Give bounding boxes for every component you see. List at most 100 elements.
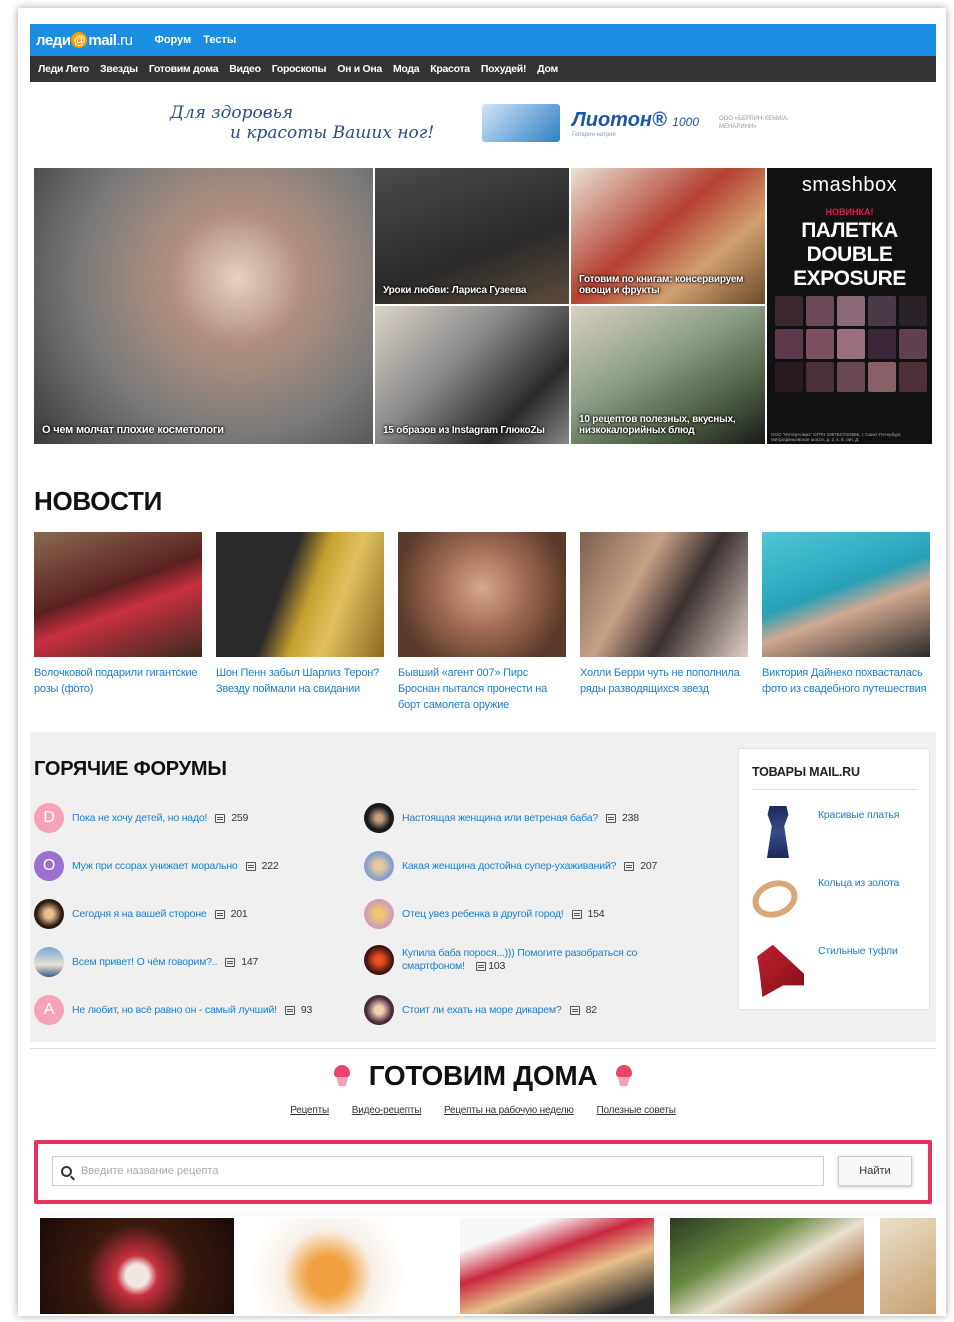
news-card[interactable]: Холли Берри чуть не пополнила ряды разво… — [580, 532, 748, 697]
recipe-search-highlight: Найти — [34, 1140, 932, 1204]
avatar — [364, 803, 394, 833]
comment-count: 103 — [488, 960, 506, 972]
forum-topic-title: Отец увез ребенка в другой город! — [402, 908, 564, 920]
comments-icon — [284, 1005, 295, 1015]
avatar — [34, 947, 64, 977]
top-bar: леди @ mail .ru Форум Тесты — [30, 24, 936, 56]
site-logo[interactable]: леди @ mail .ru — [36, 31, 133, 49]
news-card[interactable]: Волочковой подарили гигантские розы (фот… — [34, 532, 202, 697]
featured-tile[interactable]: 10 рецептов полезных, вкусных, низкокало… — [571, 306, 765, 444]
video-recipes-link[interactable]: Видео-рецепты — [352, 1105, 422, 1116]
forum-topic[interactable]: Стоит ли ехать на море дикарем? 82 — [364, 994, 597, 1026]
comment-count: 147 — [241, 956, 259, 968]
news-title: Виктория Дайнеко похвасталась фото из св… — [762, 667, 927, 695]
shop-item[interactable]: Красивые платья — [752, 803, 922, 863]
forum-topic-title: Какая женщина достойна супер-ухаживаний? — [402, 860, 617, 872]
featured-tile[interactable]: О чем молчат плохие косметологи — [34, 168, 373, 444]
featured-tile[interactable]: Уроки любви: Лариса Гузеева — [375, 168, 569, 304]
tips-link[interactable]: Полезные советы — [597, 1105, 676, 1116]
comments-icon — [624, 861, 635, 871]
recipe-image[interactable] — [40, 1218, 234, 1314]
banner-slogan: Для здоровья и красоты Ваших ног! — [170, 103, 470, 143]
recipe-image[interactable] — [250, 1218, 444, 1314]
forum-topic[interactable]: Купила баба порося...))) Помогите разобр… — [364, 942, 662, 978]
news-image — [398, 532, 566, 657]
brand-subtitle: Гепарин натрия — [572, 131, 616, 138]
dress-image — [766, 803, 790, 861]
avatar: A — [34, 995, 64, 1025]
smashbox-ad[interactable]: smashbox НОВИНКА! ПАЛЕТКА DOUBLE EXPOSUR… — [767, 168, 932, 444]
comment-count: 154 — [587, 908, 605, 920]
news-card[interactable]: Шон Пенн забыл Шарлиз Терон? Звезду пойм… — [216, 532, 384, 697]
shop-item-label: Кольца из золота — [818, 877, 900, 889]
recipes-link[interactable]: Рецепты — [290, 1105, 329, 1116]
comment-count: 82 — [585, 1004, 597, 1016]
forum-topic-title: Всем привет! О чём говорим?.. — [72, 956, 218, 968]
shop-item[interactable]: Стильные туфли — [752, 939, 922, 999]
nav-item[interactable]: Гороскопы — [272, 63, 327, 75]
news-title: Шон Пенн забыл Шарлиз Терон? Звезду пойм… — [216, 667, 380, 695]
news-heading: НОВОСТИ — [34, 486, 162, 516]
cupcake-icon — [332, 1065, 352, 1087]
forum-topic-title: Стоит ли ехать на море дикарем? — [402, 1004, 562, 1016]
mail-shop-widget: ТОВАРЫ MAIL.RU Красивые платья Кольца из… — [738, 748, 930, 1010]
search-icon — [61, 1165, 72, 1177]
forum-topic[interactable]: D Пока не хочу детей, но надо! 259 — [34, 802, 248, 834]
comment-count: 238 — [622, 812, 639, 824]
comment-count: 93 — [300, 1004, 313, 1016]
forum-topic[interactable]: Всем привет! О чём говорим?.. 147 — [34, 946, 258, 978]
featured-mosaic: О чем молчат плохие косметологи Уроки лю… — [34, 168, 932, 444]
cook-links: Рецепты Видео-рецепты Рецепты на рабочую… — [30, 1105, 936, 1116]
nav-item[interactable]: Красота — [430, 63, 470, 75]
avatar: O — [34, 851, 64, 881]
tile-caption: 10 рецептов полезных, вкусных, низкокало… — [579, 414, 736, 436]
nav-item[interactable]: Видео — [229, 63, 261, 75]
recipe-image[interactable] — [460, 1218, 654, 1314]
recipe-search-box — [52, 1156, 824, 1186]
recipe-image[interactable] — [670, 1218, 864, 1314]
tile-caption: Готовим по книгам: консервируем овощи и … — [579, 274, 744, 296]
nav-item[interactable]: Леди Лето — [38, 63, 89, 75]
featured-tile[interactable]: 15 образов из Instagram ГлюкоZы — [375, 306, 569, 444]
banner-brand: Лиотон® 1000 — [572, 108, 699, 131]
forum-topic-title-text: Купила баба порося...))) Помогите разобр… — [402, 947, 638, 972]
weekly-recipes-link[interactable]: Рецепты на рабочую неделю — [444, 1105, 574, 1116]
avatar: D — [34, 803, 64, 833]
tile-caption: О чем молчат плохие косметологи — [42, 424, 224, 436]
shop-item[interactable]: Кольца из золота — [747, 871, 922, 931]
forum-topic-title: Пока не хочу детей, но надо! — [72, 812, 208, 824]
logo-left: леди — [36, 31, 71, 49]
forum-topic-title: Муж при ссорах унижает морально — [72, 860, 238, 872]
nav-item[interactable]: Готовим дома — [149, 63, 219, 75]
nav-item[interactable]: Похудей! — [481, 63, 527, 75]
tests-link[interactable]: Тесты — [203, 34, 236, 46]
forum-link[interactable]: Форум — [154, 34, 191, 46]
forum-topic[interactable]: O Муж при ссорах унижает морально 222 — [34, 850, 279, 882]
news-card[interactable]: Виктория Дайнеко похвасталась фото из св… — [762, 532, 930, 697]
find-button[interactable]: Найти — [838, 1156, 912, 1186]
forum-topic[interactable]: A Не любит, но всё равно он - самый лучш… — [34, 994, 312, 1026]
news-title: Бывший «агент 007» Пирс Броснан пытался … — [398, 667, 548, 711]
cook-heading-block: ГОТОВИМ ДОМА — [30, 1060, 936, 1092]
nav-item[interactable]: Мода — [393, 63, 420, 75]
nav-item[interactable]: Он и Она — [337, 63, 382, 75]
logo-at-icon: @ — [71, 32, 88, 48]
page-frame: леди @ mail .ru Форум Тесты Леди Лето Звезд… — [18, 8, 946, 1316]
forum-topic[interactable]: Какая женщина достойна супер-ухаживаний?… — [364, 850, 657, 882]
lioton-banner-ad[interactable]: Для здоровья и красоты Ваших ног! Лиотон… — [170, 92, 810, 154]
nav-item[interactable]: Дом — [537, 63, 558, 75]
forum-topic[interactable]: Настоящая женщина или ветреная баба? 238 — [364, 802, 639, 834]
recipe-image[interactable] — [880, 1218, 936, 1314]
forum-topic[interactable]: Сегодня я на вашей стороне 201 — [34, 898, 248, 930]
comments-icon — [606, 813, 617, 823]
news-card[interactable]: Бывший «агент 007» Пирс Броснан пытался … — [398, 532, 566, 713]
nav-item[interactable]: Звезды — [100, 63, 138, 75]
forum-topic[interactable]: Отец увез ребенка в другой город! 154 — [364, 898, 605, 930]
news-image — [34, 532, 202, 657]
tile-caption: Уроки любви: Лариса Гузеева — [383, 285, 527, 296]
featured-tile[interactable]: Готовим по книгам: консервируем овощи и … — [571, 168, 765, 304]
ad-title: ПАЛЕТКА DOUBLE EXPOSURE — [793, 219, 906, 290]
comment-count: 222 — [261, 860, 279, 872]
recipe-search-input[interactable] — [81, 1165, 781, 1177]
forum-topic-title: Не любит, но всё равно он - самый лучший… — [72, 1004, 277, 1016]
